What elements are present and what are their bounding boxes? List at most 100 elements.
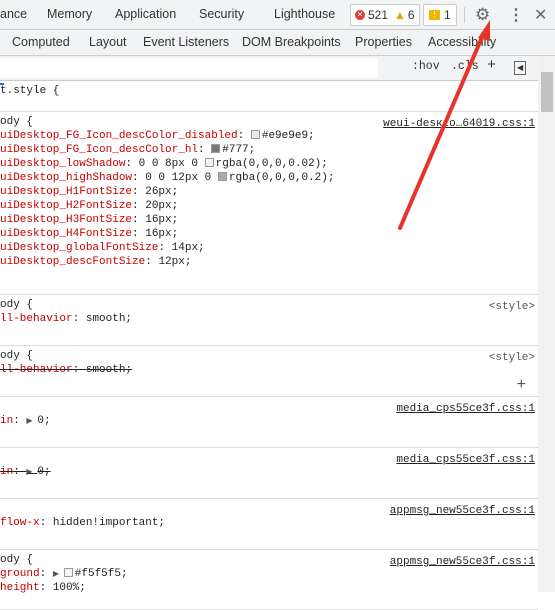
tab-memory[interactable]: Memory bbox=[47, 7, 92, 21]
property-value[interactable]: smooth; bbox=[86, 364, 132, 376]
rule-source-link[interactable]: media_cps55ce3f.css:1 bbox=[396, 402, 535, 416]
tab-properties[interactable]: Properties bbox=[355, 35, 412, 49]
filter-input[interactable] bbox=[0, 58, 378, 78]
css-declaration[interactable]: uiDesktop_highShadow: 0 0 12px 0 rgba(0,… bbox=[0, 171, 538, 185]
tab-application[interactable]: Application bbox=[115, 7, 176, 21]
tab-performance[interactable]: ance bbox=[0, 7, 27, 21]
property-value[interactable]: 100%; bbox=[53, 582, 86, 594]
property-name[interactable]: in bbox=[0, 466, 13, 478]
error-icon: ✕ bbox=[355, 10, 365, 20]
rule-selector[interactable]: ody { bbox=[0, 298, 538, 312]
tab-security[interactable]: Security bbox=[199, 7, 244, 21]
property-name[interactable]: uiDesktop_FG_Icon_descColor_hl bbox=[0, 144, 198, 156]
property-value-prefix[interactable]: 0 0 12px 0 bbox=[145, 172, 218, 184]
property-value[interactable]: 16px; bbox=[145, 228, 178, 240]
rule-source-link[interactable]: media_cps55ce3f.css:1 bbox=[396, 453, 535, 467]
color-swatch[interactable] bbox=[204, 158, 214, 167]
more-vert-icon[interactable]: ⋮ bbox=[508, 5, 524, 25]
css-declaration[interactable]: uiDesktop_H4FontSize: 16px; bbox=[0, 227, 538, 241]
property-name[interactable]: uiDesktop_descFontSize bbox=[0, 256, 145, 268]
property-name[interactable]: uiDesktop_globalFontSize bbox=[0, 242, 158, 254]
css-declaration[interactable]: uiDesktop_FG_Icon_descColor_hl: #777; bbox=[0, 143, 538, 157]
property-name[interactable]: ground bbox=[0, 568, 40, 580]
rule-selector[interactable]: ody { bbox=[0, 349, 538, 363]
property-value[interactable]: 20px; bbox=[145, 200, 178, 212]
css-declaration[interactable]: ll-behavior: smooth; bbox=[0, 363, 538, 377]
rule-source-link[interactable]: appmsg_new55ce3f.css:1 bbox=[390, 504, 535, 518]
property-name[interactable]: uiDesktop_FG_Icon_descColor_disabled bbox=[0, 130, 238, 142]
css-declaration[interactable]: ground: ▶ #f5f5f5; bbox=[0, 567, 538, 581]
css-declaration[interactable]: uiDesktop_globalFontSize: 14px; bbox=[0, 241, 538, 255]
new-style-rule-button[interactable]: + bbox=[487, 57, 496, 74]
property-name[interactable]: uiDesktop_H1FontSize bbox=[0, 186, 132, 198]
tab-layout[interactable]: Layout bbox=[89, 35, 127, 49]
property-value[interactable]: smooth; bbox=[86, 313, 132, 325]
property-value-prefix[interactable]: 0 0 8px 0 bbox=[139, 158, 205, 170]
property-value[interactable]: 12px; bbox=[158, 256, 191, 268]
rule-source-link[interactable]: <style> bbox=[489, 351, 535, 365]
css-declaration[interactable]: height: 100%; bbox=[0, 581, 538, 595]
property-value[interactable]: 26px; bbox=[145, 186, 178, 198]
gear-icon[interactable]: ⚙ bbox=[475, 5, 490, 25]
elements-sidebar-tabs: Computed Layout Event Listeners DOM Brea… bbox=[0, 30, 555, 85]
property-name[interactable]: height bbox=[0, 582, 40, 594]
add-property-button[interactable]: + bbox=[517, 377, 526, 393]
scrollbar[interactable] bbox=[538, 56, 555, 592]
rule-selector[interactable]: t.style { bbox=[0, 84, 538, 98]
hov-button[interactable]: :hov bbox=[412, 60, 440, 73]
css-declaration[interactable]: uiDesktop_lowShadow: 0 0 8px 0 rgba(0,0,… bbox=[0, 157, 538, 171]
css-declaration[interactable]: uiDesktop_H2FontSize: 20px; bbox=[0, 199, 538, 213]
cls-button[interactable]: .cls bbox=[451, 60, 479, 73]
property-name[interactable]: ll-behavior bbox=[0, 313, 73, 325]
css-declaration[interactable]: flow-x: hidden!important; bbox=[0, 516, 538, 530]
property-value[interactable]: #777; bbox=[222, 144, 255, 156]
tab-lighthouse[interactable]: Lighthouse bbox=[274, 7, 335, 21]
property-name[interactable]: uiDesktop_H2FontSize bbox=[0, 200, 132, 212]
rule-source-link[interactable]: weui-desкto…64019.css:1 bbox=[383, 117, 535, 131]
tab-event-listeners[interactable]: Event Listeners bbox=[143, 35, 229, 49]
style-rule: weui-desкto…64019.css:1 ody {uiDesktop_FG… bbox=[0, 112, 538, 295]
css-declaration[interactable]: in: ▶ 0; bbox=[0, 414, 538, 428]
property-name[interactable]: uiDesktop_lowShadow bbox=[0, 158, 125, 170]
property-name[interactable]: in bbox=[0, 415, 13, 427]
property-value[interactable]: rgba(0,0,0,0.02); bbox=[216, 158, 328, 170]
property-name[interactable]: ll-behavior bbox=[0, 364, 73, 376]
property-name[interactable]: uiDesktop_highShadow bbox=[0, 172, 132, 184]
color-swatch[interactable] bbox=[217, 172, 227, 181]
tab-computed[interactable]: Computed bbox=[12, 35, 70, 49]
tab-accessibility[interactable]: Accessibility bbox=[428, 35, 496, 49]
style-rule: appmsg_new55ce3f.css:1 ody {ground: ▶ #f5… bbox=[0, 550, 538, 610]
tab-dom-breakpoints[interactable]: DOM Breakpoints bbox=[242, 35, 341, 49]
toggle-sidebar-button[interactable]: ◀ bbox=[514, 61, 527, 75]
console-counts-button[interactable]: ✕ 521 ▲ 6 bbox=[350, 4, 420, 26]
color-swatch[interactable] bbox=[250, 130, 260, 139]
property-value[interactable]: 14px; bbox=[172, 242, 205, 254]
styles-filter-bar: :hov .cls + ◀ bbox=[0, 56, 538, 81]
property-name[interactable]: uiDesktop_H4FontSize bbox=[0, 228, 132, 240]
color-swatch[interactable] bbox=[63, 568, 73, 577]
css-declaration[interactable]: uiDesktop_H1FontSize: 26px; bbox=[0, 185, 538, 199]
css-declaration[interactable]: in: ▶ 0; bbox=[0, 465, 538, 479]
expand-triangle-icon[interactable]: ▶ bbox=[53, 570, 64, 579]
property-value[interactable]: 0; bbox=[37, 415, 50, 427]
css-declaration[interactable]: uiDesktop_descFontSize: 12px; bbox=[0, 255, 538, 269]
scrollbar-thumb[interactable] bbox=[541, 72, 553, 112]
property-value[interactable]: 0; bbox=[37, 466, 50, 478]
property-value[interactable]: 16px; bbox=[145, 214, 178, 226]
close-icon[interactable]: ✕ bbox=[534, 5, 547, 25]
expand-triangle-icon[interactable]: ▶ bbox=[26, 417, 37, 426]
css-declaration[interactable]: ll-behavior: smooth; bbox=[0, 312, 538, 326]
property-value[interactable]: hidden!important; bbox=[53, 517, 165, 529]
css-declaration[interactable]: uiDesktop_FG_Icon_descColor_disabled: #e… bbox=[0, 129, 538, 143]
css-declaration[interactable]: uiDesktop_H3FontSize: 16px; bbox=[0, 213, 538, 227]
property-name[interactable]: flow-x bbox=[0, 517, 40, 529]
property-value[interactable]: #e9e9e9; bbox=[262, 130, 315, 142]
property-name[interactable]: uiDesktop_H3FontSize bbox=[0, 214, 132, 226]
issues-button[interactable]: ! 1 bbox=[423, 4, 457, 26]
rule-source-link[interactable]: appmsg_new55ce3f.css:1 bbox=[390, 555, 535, 569]
rule-source-link[interactable]: <style> bbox=[489, 300, 535, 314]
property-value[interactable]: rgba(0,0,0,0.2); bbox=[229, 172, 335, 184]
expand-triangle-icon[interactable]: ▶ bbox=[26, 468, 37, 477]
color-swatch[interactable] bbox=[211, 144, 221, 153]
property-value[interactable]: #f5f5f5; bbox=[75, 568, 128, 580]
